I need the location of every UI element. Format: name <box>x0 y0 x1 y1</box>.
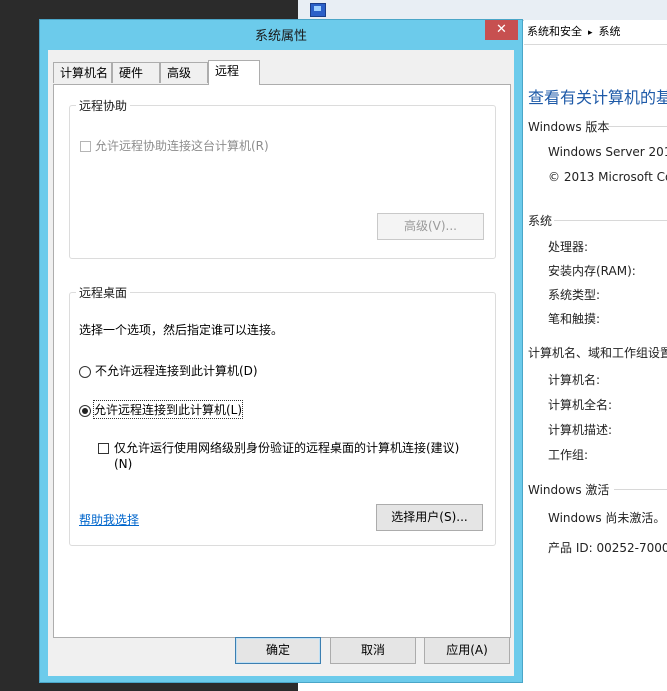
allow-remote-radio[interactable] <box>79 405 91 417</box>
dialog-title: 系统属性 <box>254 29 307 44</box>
activation-section: Windows 激活 <box>528 483 610 497</box>
disallow-remote-radio[interactable] <box>79 366 91 378</box>
dialog-body: 计算机名 硬件 高级 远程 远程协助 允许远程协助连接这台计算机(R) 高级(V… <box>48 50 514 676</box>
breadcrumb-system[interactable]: 系统 <box>599 25 621 38</box>
ok-button[interactable]: 确定 <box>235 637 321 664</box>
divider <box>608 126 667 127</box>
system-type-label: 系统类型: <box>548 288 601 302</box>
breadcrumb-system-security[interactable]: 系统和安全 <box>527 25 582 38</box>
tab-advanced[interactable]: 高级 <box>160 62 208 83</box>
help-me-choose-link[interactable]: 帮助我选择 <box>79 511 139 528</box>
nla-only-label: 仅允许运行使用网络级别身份验证的远程桌面的计算机连接(建议) <box>114 441 460 455</box>
remote-desktop-instruction: 选择一个选项，然后指定谁可以连接。 <box>79 323 284 337</box>
windows-edition-section: Windows 版本 <box>528 120 610 134</box>
remote-desktop-group: 远程桌面 选择一个选项，然后指定谁可以连接。 不允许远程连接到此计算机(D) 允… <box>69 284 496 546</box>
computer-name-section: 计算机名、域和工作组设置 <box>528 346 667 360</box>
computer-description-label: 计算机描述: <box>548 423 613 437</box>
allow-remote-assistance-label: 允许远程协助连接这台计算机(R) <box>95 139 269 153</box>
close-icon: ✕ <box>496 22 507 37</box>
address-bar[interactable]: 系统和安全 ▸ 系统 <box>524 20 667 45</box>
breadcrumb-separator-icon: ▸ <box>588 28 593 38</box>
remote-assistance-legend: 远程协助 <box>76 97 131 114</box>
product-id: 产品 ID: 00252-70000 <box>548 541 667 555</box>
divider <box>614 489 667 490</box>
computer-icon <box>310 3 326 17</box>
apply-button[interactable]: 应用(A) <box>424 637 510 664</box>
disallow-remote-label: 不允许远程连接到此计算机(D) <box>95 364 258 378</box>
remote-assistance-group: 远程协助 允许远程协助连接这台计算机(R) 高级(V)... <box>69 97 496 259</box>
full-computer-name-label: 计算机全名: <box>548 398 613 412</box>
window-top-bar <box>298 0 667 21</box>
system-section: 系统 <box>528 214 553 228</box>
page-heading: 查看有关计算机的基 <box>528 88 667 107</box>
divider <box>554 220 667 221</box>
processor-label: 处理器: <box>548 240 589 254</box>
computer-name-label: 计算机名: <box>548 373 601 387</box>
system-properties-dialog: 系统属性 ✕ 计算机名 硬件 高级 远程 远程协助 允许远程协助连接这台计算机(… <box>39 19 523 683</box>
system-info-panel: 查看有关计算机的基 Windows 版本 Windows Server 201 … <box>524 44 667 691</box>
close-button[interactable]: ✕ <box>485 20 518 40</box>
select-users-button[interactable]: 选择用户(S)... <box>376 504 483 531</box>
copyright-text: © 2013 Microsoft Co <box>548 170 667 184</box>
activation-status: Windows 尚未激活。 <box>548 511 666 525</box>
nla-only-label-mnemonic: (N) <box>114 457 133 471</box>
remote-tab-panel: 远程协助 允许远程协助连接这台计算机(R) 高级(V)... 远程桌面 选择一个… <box>53 84 511 638</box>
ram-label: 安装内存(RAM): <box>548 264 636 278</box>
remote-desktop-legend: 远程桌面 <box>76 284 131 301</box>
tab-remote[interactable]: 远程 <box>208 60 260 85</box>
workgroup-label: 工作组: <box>548 448 589 462</box>
pen-touch-label: 笔和触摸: <box>548 312 601 326</box>
allow-remote-label: 允许远程连接到此计算机(L) <box>92 400 244 419</box>
allow-remote-assistance-checkbox[interactable] <box>80 141 91 152</box>
cancel-button[interactable]: 取消 <box>330 637 416 664</box>
tab-hardware[interactable]: 硬件 <box>112 62 160 83</box>
tab-computer-name[interactable]: 计算机名 <box>53 62 112 83</box>
nla-only-checkbox[interactable] <box>98 443 109 454</box>
advanced-button[interactable]: 高级(V)... <box>377 213 484 240</box>
edition-name: Windows Server 201 <box>548 145 667 159</box>
